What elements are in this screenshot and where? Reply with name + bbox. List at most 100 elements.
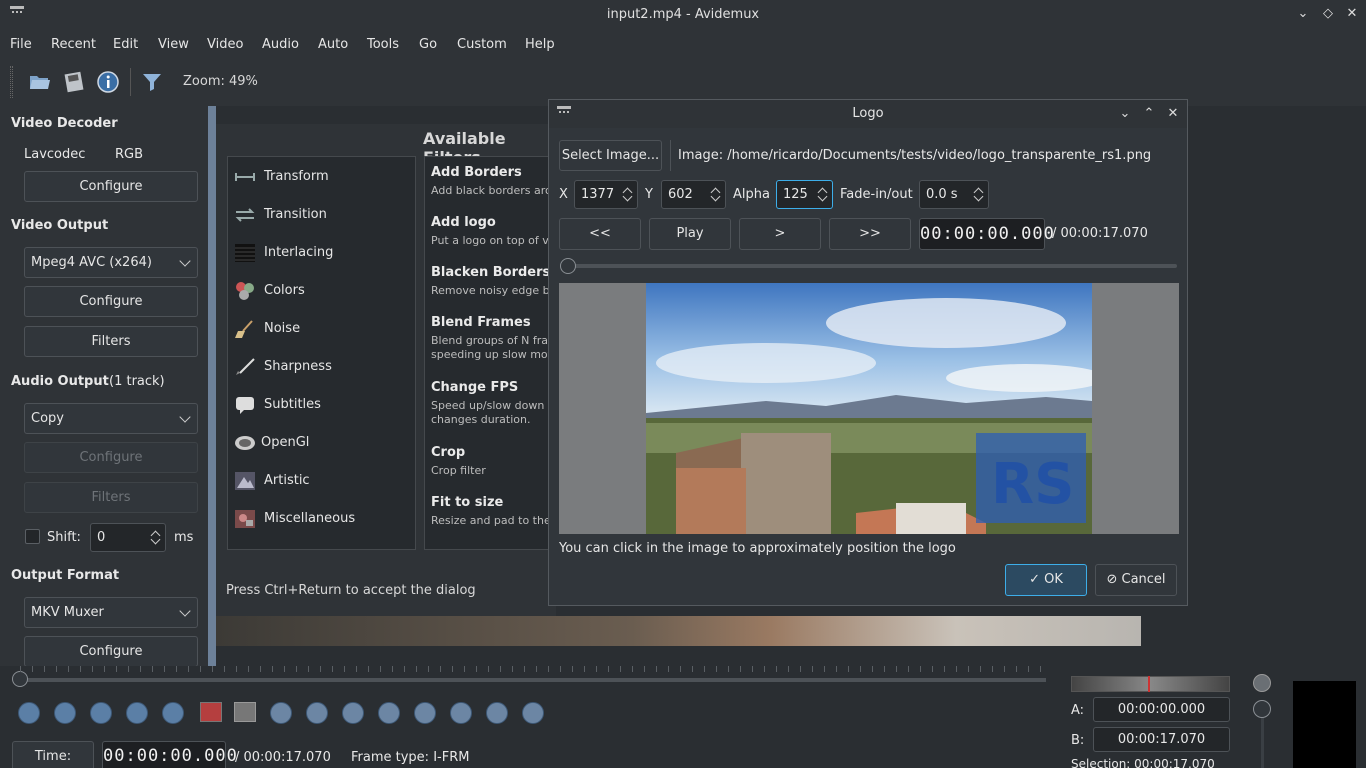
next-frame-icon[interactable] <box>90 702 112 724</box>
play-icon[interactable] <box>18 702 40 724</box>
next-cut-icon[interactable] <box>378 702 400 724</box>
volume-icon[interactable] <box>1253 674 1271 692</box>
y-input[interactable]: 602 <box>661 180 726 209</box>
video-codec-select[interactable]: Mpeg4 AVC (x264) <box>24 247 198 278</box>
video-configure-button[interactable]: Configure <box>24 286 198 317</box>
filter-blacken-borders[interactable]: Blacken Borders Remove noisy edge by <box>431 265 555 298</box>
filter-add-borders[interactable]: Add Borders Add black borders arou <box>431 165 555 198</box>
info-icon[interactable] <box>96 70 120 94</box>
chevron-down-icon <box>179 605 191 617</box>
filter-crop[interactable]: Crop Crop filter <box>431 445 555 478</box>
previous-keyframe-icon[interactable] <box>126 702 148 724</box>
maximize-icon[interactable]: ◇ <box>1320 6 1336 22</box>
cancel-button[interactable]: ⊘ Cancel <box>1095 564 1177 596</box>
sharpness-icon <box>236 358 255 375</box>
preview-image[interactable]: RS <box>646 283 1092 534</box>
category-miscellaneous[interactable]: Miscellaneous <box>234 503 414 533</box>
audio-filters-button[interactable]: Filters <box>24 482 198 513</box>
decoder-configure-button[interactable]: Configure <box>24 171 198 202</box>
video-background <box>216 616 1141 646</box>
go-to-marker-b-icon[interactable] <box>306 702 328 724</box>
toolbar-grip <box>10 66 13 98</box>
rewind-button[interactable]: << <box>559 218 641 250</box>
menu-audio[interactable]: Audio <box>262 37 299 52</box>
go-to-start-icon[interactable] <box>414 702 436 724</box>
minimize-icon[interactable]: ⌄ <box>1295 6 1311 22</box>
category-transition[interactable]: Transition <box>234 199 414 229</box>
backward-one-minute-icon[interactable] <box>486 702 508 724</box>
forward-one-minute-icon[interactable] <box>522 702 544 724</box>
category-transform[interactable]: Transform <box>234 161 414 191</box>
fade-input[interactable]: 0.0 s <box>919 180 989 209</box>
menu-edit[interactable]: Edit <box>113 37 138 52</box>
menu-help[interactable]: Help <box>525 37 555 52</box>
audio-configure-button[interactable]: Configure <box>24 442 198 473</box>
play-button[interactable]: Play <box>649 218 731 250</box>
ok-button[interactable]: ✓ OK <box>1005 564 1087 596</box>
select-image-button[interactable]: Select Image... <box>559 140 662 171</box>
next-keyframe-icon[interactable] <box>162 702 184 724</box>
menu-recent[interactable]: Recent <box>51 37 96 52</box>
audio-track-count: (1 track) <box>109 374 165 389</box>
marker-a-label: A: <box>1071 703 1085 718</box>
set-marker-a-icon[interactable] <box>200 702 222 722</box>
volume-slider-handle[interactable] <box>1253 700 1271 718</box>
menu-file[interactable]: File <box>10 37 32 52</box>
menu-go[interactable]: Go <box>419 37 437 52</box>
filter-desc: speeding up slow moti <box>431 348 556 361</box>
menu-custom[interactable]: Custom <box>457 37 507 52</box>
muxer-configure-button[interactable]: Configure <box>24 636 198 667</box>
open-folder-icon[interactable] <box>28 70 52 94</box>
filter-blend-frames[interactable]: Blend Frames Blend groups of N fram speedi… <box>431 315 556 362</box>
go-to-marker-a-icon[interactable] <box>270 702 292 724</box>
save-icon[interactable] <box>62 70 86 94</box>
menu-video[interactable]: Video <box>207 37 243 52</box>
category-artistic[interactable]: Artistic <box>234 465 414 495</box>
preview-area[interactable]: RS <box>559 283 1179 534</box>
x-input[interactable]: 1377 <box>574 180 638 209</box>
go-to-end-icon[interactable] <box>450 702 472 724</box>
shift-input[interactable]: 0 <box>90 523 166 552</box>
colors-icon <box>236 282 254 300</box>
previous-frame-icon[interactable] <box>54 702 76 724</box>
category-noise[interactable]: Noise <box>234 313 414 343</box>
timeline-handle[interactable] <box>12 671 28 687</box>
next-frame-button[interactable]: > <box>739 218 821 250</box>
alpha-input[interactable]: 125 <box>776 180 833 209</box>
muxer-select[interactable]: MKV Muxer <box>24 597 198 628</box>
menu-view[interactable]: View <box>158 37 189 52</box>
category-sharpness[interactable]: Sharpness <box>234 351 414 381</box>
audio-codec-select[interactable]: Copy <box>24 403 198 434</box>
category-opengl[interactable]: OpenGl <box>234 427 414 457</box>
menu-tools[interactable]: Tools <box>367 37 399 52</box>
selection-duration: Selection: 00:00:17.070 <box>1071 757 1215 768</box>
menu-auto[interactable]: Auto <box>318 37 348 52</box>
filter-fit-to-size[interactable]: Fit to size Resize and pad to the s <box>431 495 555 528</box>
filter-manager-window: Available Filters Transform Transition I… <box>216 106 556 616</box>
category-subtitles[interactable]: Subtitles <box>234 389 414 419</box>
close-icon[interactable]: ✕ <box>1165 106 1181 122</box>
set-marker-b-icon[interactable] <box>234 702 256 722</box>
current-time-display[interactable]: 00:00:00.000 <box>102 741 237 768</box>
category-colors[interactable]: Colors <box>234 275 414 305</box>
marker-a-time[interactable]: 00:00:00.000 <box>1093 697 1230 722</box>
time-button[interactable]: Time: <box>12 741 94 768</box>
seek-slider[interactable] <box>561 264 1177 268</box>
close-icon[interactable]: ✕ <box>1344 6 1360 22</box>
filter-change-fps[interactable]: Change FPS Speed up/slow down th changes d… <box>431 380 555 427</box>
volume-slider[interactable] <box>1261 718 1264 768</box>
marker-b-time[interactable]: 00:00:17.070 <box>1093 727 1230 752</box>
previous-cut-icon[interactable] <box>342 702 364 724</box>
seek-slider-handle[interactable] <box>560 258 576 274</box>
minimize-icon[interactable]: ⌄ <box>1117 106 1133 122</box>
filter-icon[interactable] <box>140 70 164 94</box>
filter-add-logo[interactable]: Add logo Put a logo on top of vic <box>431 215 555 248</box>
category-label: Colors <box>264 283 305 298</box>
shift-checkbox[interactable] <box>25 529 40 544</box>
filter-category-list: Transform Transition Interlacing Colors … <box>227 156 416 550</box>
maximize-icon[interactable]: ⌃ <box>1141 106 1157 122</box>
timeline-slider[interactable] <box>20 678 1046 682</box>
forward-button[interactable]: >> <box>829 218 911 250</box>
category-interlacing[interactable]: Interlacing <box>234 237 414 267</box>
video-filters-button[interactable]: Filters <box>24 326 198 357</box>
